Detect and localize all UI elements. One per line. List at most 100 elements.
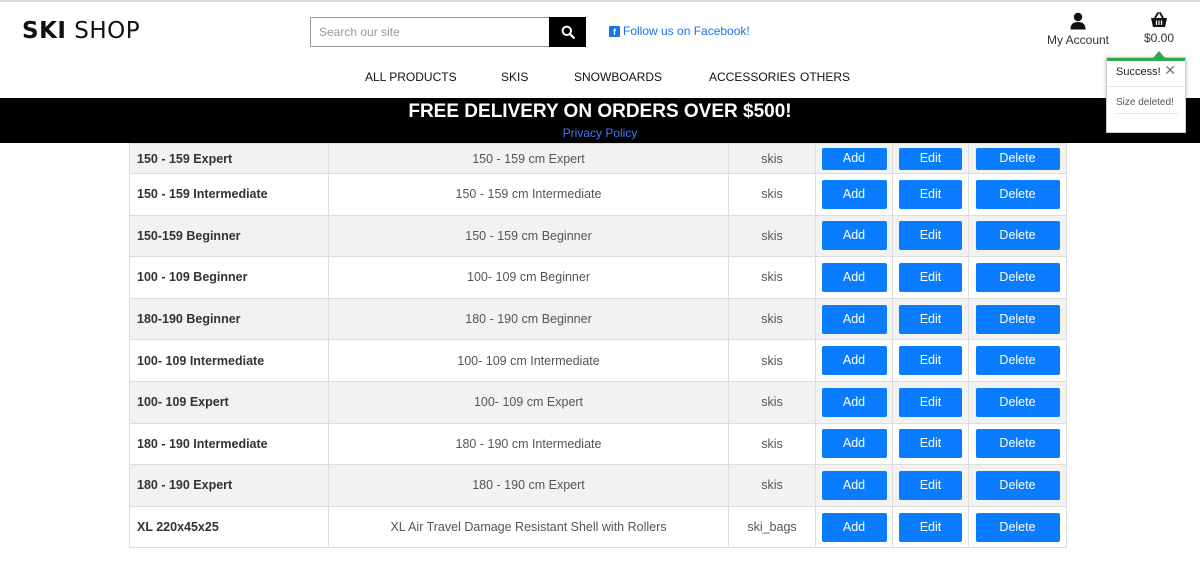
- nav-skis[interactable]: SKIS: [501, 70, 528, 84]
- add-cell: Add: [815, 505, 893, 549]
- add-cell: Add: [815, 143, 893, 174]
- logo-bold: SKI: [22, 18, 67, 44]
- edit-button[interactable]: Edit: [899, 179, 962, 209]
- size-name: 150 - 159 cm Beginner: [328, 214, 729, 258]
- delete-cell: Delete: [968, 143, 1067, 174]
- size-category: skis: [728, 143, 816, 174]
- add-button[interactable]: Add: [821, 304, 887, 334]
- edit-cell: Edit: [892, 422, 969, 466]
- nav-accessories[interactable]: ACCESSORIES: [709, 70, 796, 84]
- delete-button[interactable]: Delete: [975, 429, 1060, 459]
- size-name: 180 - 190 cm Expert: [328, 464, 729, 507]
- edit-cell: Edit: [892, 464, 969, 507]
- size-category: skis: [728, 256, 816, 299]
- add-cell: Add: [815, 464, 893, 507]
- search-button[interactable]: [549, 17, 586, 47]
- delete-button[interactable]: Delete: [975, 262, 1060, 292]
- add-button[interactable]: Add: [821, 262, 887, 292]
- edit-cell: Edit: [892, 339, 969, 382]
- size-name: 150 - 159 cm Intermediate: [328, 173, 729, 216]
- delete-cell: Delete: [968, 339, 1067, 382]
- close-icon[interactable]: ✕: [1164, 62, 1176, 79]
- size-name: XL Air Travel Damage Resistant Shell wit…: [328, 505, 729, 549]
- sizes-table: 150 - 159 Expert 150 - 159 cm Expert skis A…: [129, 143, 1067, 549]
- table-row: 180 - 190 Intermediate 180 - 190 cm Inter…: [129, 422, 1067, 466]
- delete-button[interactable]: Delete: [975, 387, 1060, 417]
- edit-button[interactable]: Edit: [899, 304, 962, 334]
- add-button[interactable]: Add: [821, 346, 887, 376]
- table-row: XL 220x45x25 XL Air Travel Damage Resista…: [129, 505, 1067, 549]
- main-nav: ALL PRODUCTS SKIS SNOWBOARDS ACCESSORIES…: [0, 70, 1200, 88]
- delete-cell: Delete: [968, 256, 1067, 299]
- edit-button[interactable]: Edit: [899, 470, 962, 500]
- nav-snowboards[interactable]: SNOWBOARDS: [574, 70, 662, 84]
- table-row: 150 - 159 Expert 150 - 159 cm Expert skis A…: [129, 143, 1067, 174]
- facebook-label: Follow us on Facebook!: [623, 24, 750, 38]
- table-row: 100- 109 Intermediate 100- 109 cm Interme…: [129, 339, 1067, 382]
- add-button[interactable]: Add: [821, 470, 887, 500]
- delete-button[interactable]: Delete: [975, 221, 1060, 251]
- toast-accent-bar: [1107, 58, 1185, 61]
- size-code: 150-159 Beginner: [129, 214, 329, 258]
- delete-button[interactable]: Delete: [975, 512, 1060, 542]
- edit-cell: Edit: [892, 214, 969, 258]
- edit-button[interactable]: Edit: [899, 512, 962, 542]
- add-button[interactable]: Add: [821, 387, 887, 417]
- table-row: 100 - 109 Beginner 100- 109 cm Beginner sk…: [129, 256, 1067, 299]
- site-header: SKI SHOP f Follow us on Facebook! My Acc…: [0, 2, 1200, 98]
- add-button[interactable]: Add: [821, 179, 887, 209]
- delete-button[interactable]: Delete: [975, 179, 1060, 209]
- facebook-link[interactable]: f Follow us on Facebook!: [609, 24, 750, 38]
- size-category: skis: [728, 464, 816, 507]
- edit-button[interactable]: Edit: [899, 429, 962, 459]
- table-row: 150 - 159 Intermediate 150 - 159 cm Inter…: [129, 173, 1067, 216]
- add-button[interactable]: Add: [821, 221, 887, 251]
- logo-light: SHOP: [74, 18, 141, 44]
- edit-button[interactable]: Edit: [899, 262, 962, 292]
- size-code: 100 - 109 Beginner: [129, 256, 329, 299]
- edit-cell: Edit: [892, 143, 969, 174]
- delete-button[interactable]: Delete: [975, 470, 1060, 500]
- search-input[interactable]: [310, 17, 550, 47]
- size-name: 100- 109 cm Beginner: [328, 256, 729, 299]
- size-name: 100- 109 cm Expert: [328, 380, 729, 424]
- nav-all-products[interactable]: ALL PRODUCTS: [365, 70, 457, 84]
- edit-button[interactable]: Edit: [899, 387, 962, 417]
- edit-button[interactable]: Edit: [899, 346, 962, 376]
- nav-others[interactable]: OTHERS: [800, 70, 850, 84]
- size-code: 180 - 190 Intermediate: [129, 422, 329, 466]
- size-category: skis: [728, 422, 816, 466]
- size-name: 180 - 190 cm Intermediate: [328, 422, 729, 466]
- size-category: skis: [728, 339, 816, 382]
- delete-button[interactable]: Delete: [975, 147, 1060, 170]
- size-category: ski_bags: [728, 505, 816, 549]
- edit-cell: Edit: [892, 505, 969, 549]
- edit-button[interactable]: Edit: [899, 221, 962, 251]
- size-category: skis: [728, 297, 816, 341]
- size-code: 180 - 190 Expert: [129, 464, 329, 507]
- privacy-policy-link[interactable]: Privacy Policy: [0, 126, 1200, 140]
- basket-link[interactable]: $0.00: [1136, 12, 1182, 45]
- delivery-promo: FREE DELIVERY ON ORDERS OVER $500!: [408, 101, 792, 122]
- delivery-banner: FREE DELIVERY ON ORDERS OVER $500! Priva…: [0, 98, 1200, 143]
- toast-message: Size deleted!: [1116, 97, 1178, 114]
- edit-button[interactable]: Edit: [899, 147, 962, 170]
- delete-button[interactable]: Delete: [975, 304, 1060, 334]
- add-button[interactable]: Add: [821, 429, 887, 459]
- edit-cell: Edit: [892, 173, 969, 216]
- add-button[interactable]: Add: [821, 512, 887, 542]
- table-row: 180-190 Beginner 180 - 190 cm Beginner ski…: [129, 297, 1067, 341]
- toast-title: Success!: [1116, 66, 1161, 78]
- delete-cell: Delete: [968, 214, 1067, 258]
- success-toast: Success! ✕ Size deleted!: [1106, 51, 1186, 133]
- delete-cell: Delete: [968, 464, 1067, 507]
- edit-cell: Edit: [892, 256, 969, 299]
- my-account-link[interactable]: My Account: [1040, 12, 1116, 47]
- user-icon: [1070, 12, 1086, 30]
- size-category: skis: [728, 173, 816, 216]
- delete-button[interactable]: Delete: [975, 346, 1060, 376]
- add-button[interactable]: Add: [821, 147, 887, 170]
- site-logo[interactable]: SKI SHOP: [22, 18, 140, 44]
- size-code: 100- 109 Intermediate: [129, 339, 329, 382]
- add-cell: Add: [815, 214, 893, 258]
